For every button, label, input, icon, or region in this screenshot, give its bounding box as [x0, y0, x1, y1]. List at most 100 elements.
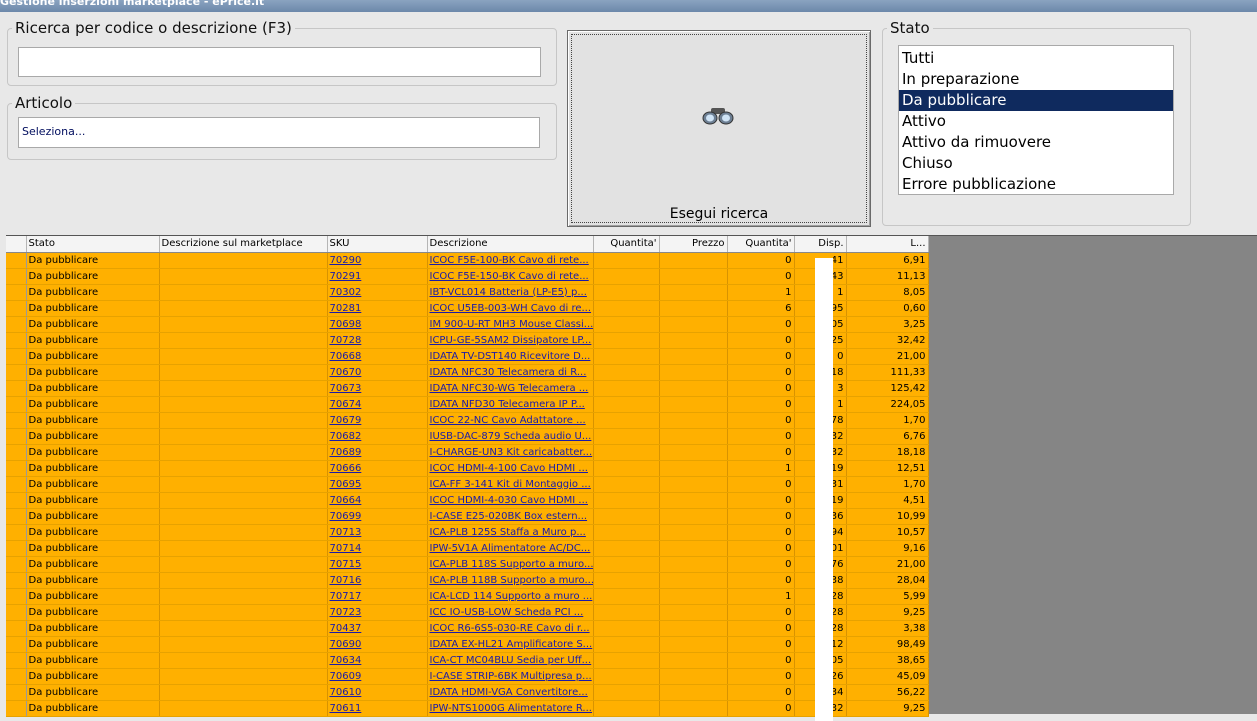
description-link[interactable]: IM 900-U-RT MH3 Mouse Classi...	[430, 319, 593, 330]
row-selector[interactable]	[6, 412, 27, 429]
sku-link[interactable]: 70698	[330, 319, 362, 330]
row-selector[interactable]	[6, 348, 27, 365]
description-link[interactable]: IPW-NTS1000G Alimentatore R...	[430, 703, 592, 714]
table-row[interactable]: Da pubblicare 70666 ICOC HDMI-4-100 Cavo H…	[6, 460, 929, 477]
table-row[interactable]: Da pubblicare 70679 ICOC 22-NC Cavo Adatta…	[6, 412, 929, 429]
stato-option[interactable]: Errore pubblicazione	[899, 174, 1173, 195]
description-link[interactable]: ICOC 22-NC Cavo Adattatore ...	[430, 415, 586, 426]
table-row[interactable]: Da pubblicare 70611 IPW-NTS1000G Alimentat…	[6, 700, 929, 717]
table-row[interactable]: Da pubblicare 70634 ICA-CT MC04BLU Sedia p…	[6, 652, 929, 669]
description-link[interactable]: IDATA TV-DST140 Ricevitore D...	[430, 351, 591, 362]
sku-link[interactable]: 70689	[330, 447, 362, 458]
description-link[interactable]: IDATA EX-HL21 Amplificatore S...	[430, 639, 593, 650]
sku-link[interactable]: 70610	[330, 687, 362, 698]
sku-link[interactable]: 70679	[330, 415, 362, 426]
description-link[interactable]: IDATA NFD30 Telecamera IP P...	[430, 399, 585, 410]
sku-link[interactable]: 70302	[330, 287, 362, 298]
description-link[interactable]: IBT-VCL014 Batteria (LP-E5) p...	[430, 287, 587, 298]
sku-link[interactable]: 70609	[330, 671, 362, 682]
sku-link[interactable]: 70664	[330, 495, 362, 506]
stato-listbox[interactable]: Tutti In preparazione Da pubblicare Attivo A…	[898, 45, 1174, 195]
column-header[interactable]: Quantita'	[593, 236, 660, 253]
stato-option[interactable]: Da pubblicare	[899, 90, 1173, 111]
row-selector[interactable]	[6, 380, 27, 397]
column-header[interactable]: Prezzo	[659, 236, 728, 253]
description-link[interactable]: ICPU-GE-5SAM2 Dissipatore LP...	[430, 335, 592, 346]
article-select[interactable]: Seleziona...	[18, 117, 540, 148]
search-code-input[interactable]	[18, 47, 541, 77]
row-selector[interactable]	[6, 668, 27, 685]
table-row[interactable]: Da pubblicare 70713 ICA-PLB 125S Staffa a …	[6, 524, 929, 541]
row-selector[interactable]	[6, 540, 27, 557]
table-row[interactable]: Da pubblicare 70689 I-CHARGE-UN3 Kit caric…	[6, 444, 929, 461]
column-header[interactable]: SKU	[327, 236, 428, 253]
row-selector[interactable]	[6, 284, 27, 301]
description-link[interactable]: ICOC HDMI-4-100 Cavo HDMI ...	[430, 463, 588, 474]
description-link[interactable]: IUSB-DAC-879 Scheda audio U...	[430, 431, 592, 442]
table-row[interactable]: Da pubblicare 70290 ICOC F5E-100-BK Cavo d…	[6, 252, 929, 269]
row-selector[interactable]	[6, 476, 27, 493]
description-link[interactable]: ICA-PLB 118S Supporto a muro...	[430, 559, 593, 570]
table-row[interactable]: Da pubblicare 70673 IDATA NFC30-WG Telecam…	[6, 380, 929, 397]
row-selector[interactable]	[6, 556, 27, 573]
description-link[interactable]: ICOC F5E-150-BK Cavo di rete...	[430, 271, 589, 282]
sku-link[interactable]: 70728	[330, 335, 362, 346]
row-selector[interactable]	[6, 508, 27, 525]
description-link[interactable]: ICC IO-USB-LOW Scheda PCI ...	[430, 607, 584, 618]
row-selector[interactable]	[6, 700, 27, 717]
stato-option[interactable]: In preparazione	[899, 69, 1173, 90]
description-link[interactable]: IDATA NFC30 Telecamera di R...	[430, 367, 587, 378]
table-row[interactable]: Da pubblicare 70723 ICC IO-USB-LOW Scheda …	[6, 604, 929, 621]
description-link[interactable]: ICA-FF 3-141 Kit di Montaggio ...	[430, 479, 591, 490]
description-link[interactable]: ICOC U5EB-003-WH Cavo di re...	[430, 303, 592, 314]
column-header[interactable]: Quantita'	[727, 236, 795, 253]
sku-link[interactable]: 70281	[330, 303, 362, 314]
table-row[interactable]: Da pubblicare 70717 ICA-LCD 114 Supporto a…	[6, 588, 929, 605]
table-row[interactable]: Da pubblicare 70437 ICOC R6-6S5-030-RE Cav…	[6, 620, 929, 637]
table-row[interactable]: Da pubblicare 70716 ICA-PLB 118B Supporto …	[6, 572, 929, 589]
stato-option[interactable]: Attivo da rimuovere	[899, 132, 1173, 153]
sku-link[interactable]: 70437	[330, 623, 362, 634]
table-row[interactable]: Da pubblicare 70609 I-CASE STRIP-6BK Multi…	[6, 668, 929, 685]
row-selector[interactable]	[6, 396, 27, 413]
table-row[interactable]: Da pubblicare 70699 I-CASE E25-020BK Box e…	[6, 508, 929, 525]
sku-link[interactable]: 70717	[330, 591, 362, 602]
description-link[interactable]: ICOC F5E-100-BK Cavo di rete...	[430, 255, 589, 266]
table-row[interactable]: Da pubblicare 70682 IUSB-DAC-879 Scheda au…	[6, 428, 929, 445]
column-header[interactable]: Disp.	[794, 236, 847, 253]
row-selector[interactable]	[6, 492, 27, 509]
row-selector[interactable]	[6, 252, 27, 269]
sku-link[interactable]: 70291	[330, 271, 362, 282]
row-selector[interactable]	[6, 268, 27, 285]
row-selector[interactable]	[6, 636, 27, 653]
row-selector[interactable]	[6, 524, 27, 541]
column-header[interactable]: Descrizione sul marketplace	[159, 236, 328, 253]
column-header[interactable]: Descrizione	[427, 236, 594, 253]
row-selector[interactable]	[6, 588, 27, 605]
sku-link[interactable]: 70611	[330, 703, 362, 714]
column-header[interactable]: L...	[846, 236, 929, 253]
description-link[interactable]: ICA-PLB 118B Supporto a muro...	[430, 575, 593, 586]
stato-option[interactable]: Tutti	[899, 48, 1173, 69]
sku-link[interactable]: 70723	[330, 607, 362, 618]
row-selector[interactable]	[6, 604, 27, 621]
stato-option[interactable]: Chiuso	[899, 153, 1173, 174]
description-link[interactable]: I-CASE E25-020BK Box estern...	[430, 511, 588, 522]
table-row[interactable]: Da pubblicare 70664 ICOC HDMI-4-030 Cavo H…	[6, 492, 929, 509]
description-link[interactable]: IDATA HDMI-VGA Convertitore...	[430, 687, 588, 698]
row-selector[interactable]	[6, 684, 27, 701]
description-link[interactable]: ICOC HDMI-4-030 Cavo HDMI ...	[430, 495, 588, 506]
row-selector[interactable]	[6, 332, 27, 349]
description-link[interactable]: IDATA NFC30-WG Telecamera ...	[430, 383, 589, 394]
table-row[interactable]: Da pubblicare 70281 ICOC U5EB-003-WH Cavo …	[6, 300, 929, 317]
row-selector[interactable]	[6, 572, 27, 589]
sku-link[interactable]: 70670	[330, 367, 362, 378]
row-selector[interactable]	[6, 316, 27, 333]
description-link[interactable]: ICA-LCD 114 Supporto a muro ...	[430, 591, 593, 602]
table-row[interactable]: Da pubblicare 70690 IDATA EX-HL21 Amplific…	[6, 636, 929, 653]
sku-link[interactable]: 70716	[330, 575, 362, 586]
description-link[interactable]: I-CASE STRIP-6BK Multipresa p...	[430, 671, 592, 682]
row-selector[interactable]	[6, 428, 27, 445]
sku-link[interactable]: 70682	[330, 431, 362, 442]
table-row[interactable]: Da pubblicare 70291 ICOC F5E-150-BK Cavo d…	[6, 268, 929, 285]
